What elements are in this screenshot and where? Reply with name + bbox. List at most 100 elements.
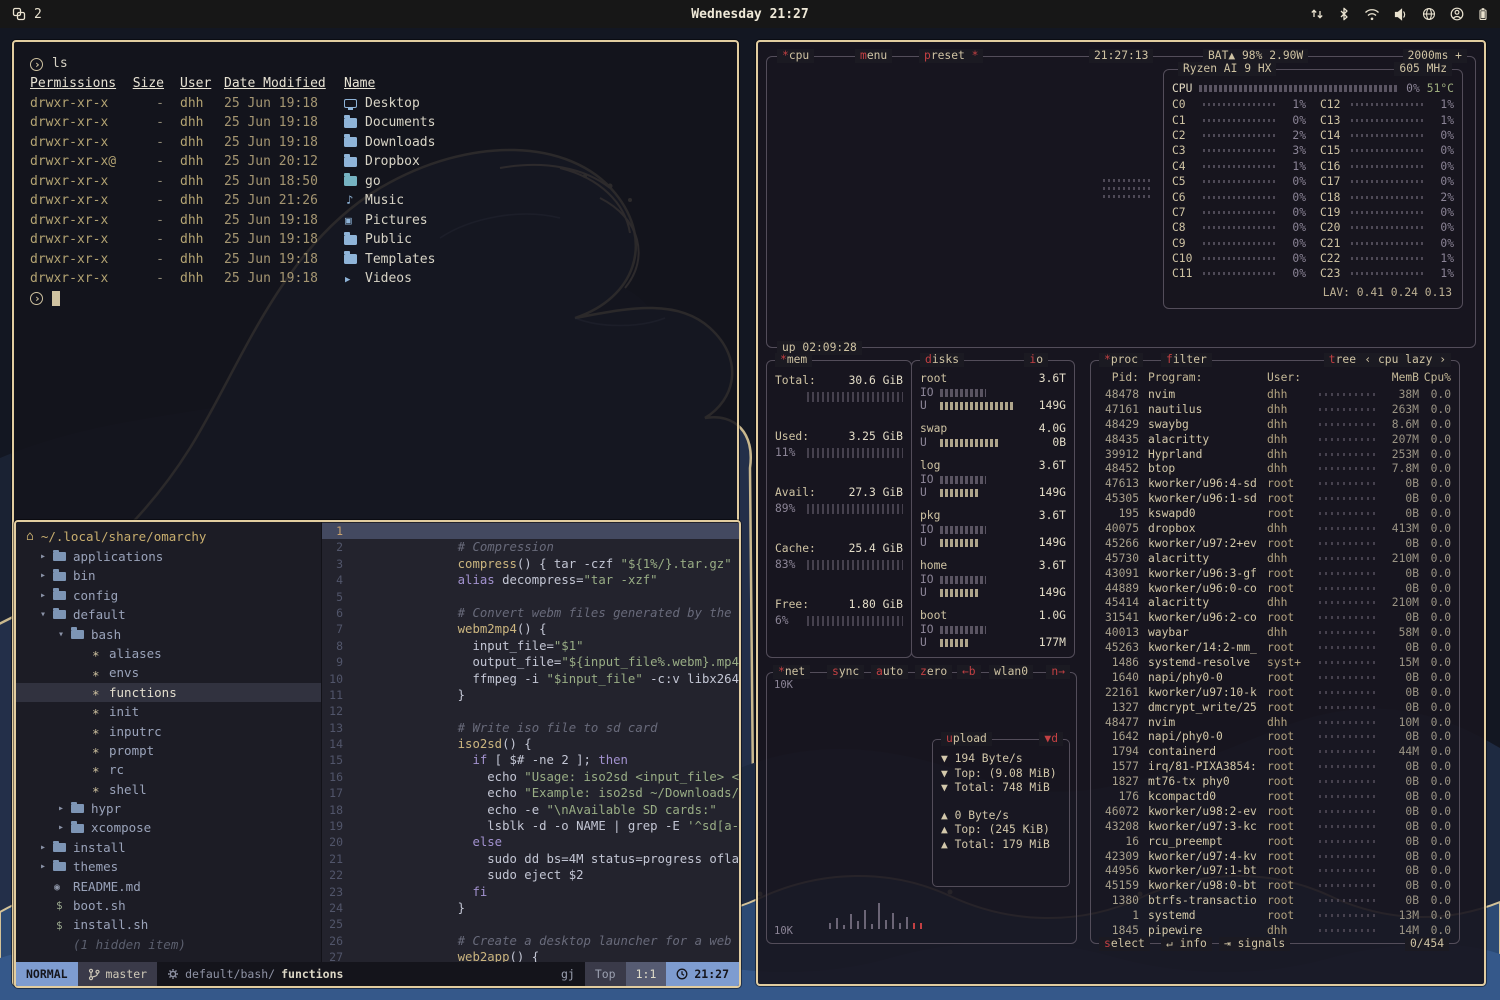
proc-signals-button[interactable]: ⇥ signals [1219,937,1290,951]
tree-item[interactable]: README.md [16,877,321,896]
workspaces-icon[interactable] [12,7,26,21]
process-row[interactable]: 1794 containerd root 44M 0.0 [1099,744,1451,759]
proc-filter-button[interactable]: filter [1161,353,1212,367]
net-next-iface-key[interactable]: n→ [1046,665,1070,679]
git-branch-segment[interactable]: master [78,962,158,986]
disks-panel-title[interactable]: disks [920,353,964,367]
tree-item[interactable]: xcompose [16,818,321,837]
tree-item[interactable]: functions [16,683,321,702]
process-row[interactable]: 46072 kworker/u98:2-ev root 0B 0.0 [1099,804,1451,819]
process-row[interactable]: 1486 systemd-resolve syst+ 15M 0.0 [1099,655,1451,670]
process-row[interactable]: 43091 kworker/u96:3-gf root 0B 0.0 [1099,566,1451,581]
net-panel-title[interactable]: *net [773,665,810,679]
network-globe-icon[interactable] [1422,7,1436,21]
process-row[interactable]: 16 rcu_preempt root 0B 0.0 [1099,834,1451,849]
code-editor-panel[interactable]: 1 # Compression 2 compress() { tar -czf … [322,522,739,962]
tree-item[interactable]: (1 hidden item) [16,935,321,954]
process-row[interactable]: 48452 btop dhh 7.8M 0.0 [1099,461,1451,476]
proc-panel-title[interactable]: *proc [1099,353,1143,367]
proc-tree-toggle[interactable]: tree [1324,353,1361,367]
process-row[interactable]: 176 kcompactd0 root 0B 0.0 [1099,789,1451,804]
net-stats-title[interactable]: upload [941,732,992,746]
process-row[interactable]: 22161 kworker/u97:10-k root 0B 0.0 [1099,685,1451,700]
mem-panel-title[interactable]: *mem [775,353,812,367]
process-row[interactable]: 45414 alacritty dhh 210M 0.0 [1099,595,1451,610]
process-row[interactable]: 195 kswapd0 root 0B 0.0 [1099,506,1451,521]
proc-select-button[interactable]: select [1099,937,1150,951]
process-row[interactable]: 45159 kworker/u98:0-bt root 0B 0.0 [1099,878,1451,893]
net-zero-toggle[interactable]: zero [915,665,952,679]
process-row[interactable]: 48477 nvim dhh 10M 0.0 [1099,715,1451,730]
process-row[interactable]: 44889 kworker/u96:0-co root 0B 0.0 [1099,581,1451,596]
process-row[interactable]: 48435 alacritty dhh 207M 0.0 [1099,432,1451,447]
process-row[interactable]: 44956 kworker/u97:1-bt root 0B 0.0 [1099,864,1451,879]
tree-item[interactable]: inputrc [16,722,321,741]
process-row[interactable]: 1380 btrfs-transactio root 0B 0.0 [1099,893,1451,908]
editor-window[interactable]: ⌂ ~/.local/share/omarchy applications [14,520,741,988]
tree-item[interactable]: prompt [16,741,321,760]
cpu-panel-title[interactable]: *cpu [777,49,814,63]
process-row[interactable]: 47161 nautilus dhh 263M 0.0 [1099,402,1451,417]
tree-item[interactable]: envs [16,663,321,682]
file-tree-panel[interactable]: ⌂ ~/.local/share/omarchy applications [16,522,322,962]
btop-menu-button[interactable]: menu [855,49,892,63]
tree-item[interactable]: config [16,586,321,605]
process-row[interactable]: 1642 napi/phy0-0 root 0B 0.0 [1099,729,1451,744]
process-row[interactable]: 45266 kworker/u97:2+ev root 0B 0.0 [1099,536,1451,551]
net-auto-toggle[interactable]: auto [871,665,908,679]
net-stats-toggle[interactable]: ▼d [1039,732,1063,746]
terminal-output[interactable]: ls Permissions Size User Date Modified N… [14,42,737,321]
tree-item[interactable]: bin [16,566,321,585]
tree-item[interactable]: aliases [16,644,321,663]
tree-item[interactable]: install [16,838,321,857]
wifi-icon[interactable] [1364,8,1380,21]
process-row[interactable]: 45730 alacritty dhh 210M 0.0 [1099,551,1451,566]
process-row[interactable]: 1640 napi/phy0-0 root 0B 0.0 [1099,670,1451,685]
process-row[interactable]: 47613 kworker/u96:4-sd root 0B 0.0 [1099,476,1451,491]
tree-item[interactable]: boot.sh [16,896,321,915]
user: dhh [164,269,210,289]
process-row[interactable]: 42309 kworker/u97:4-kv root 0B 0.0 [1099,849,1451,864]
update-interval[interactable]: 2000ms + [1403,49,1467,63]
tree-item[interactable]: rc [16,760,321,779]
process-row[interactable]: 48429 swaybg dhh 8.6M 0.0 [1099,417,1451,432]
tree-item[interactable]: init [16,702,321,721]
process-row[interactable]: 1845 pipewire dhh 14M 0.0 [1099,923,1451,938]
process-row[interactable]: 40075 dropbox dhh 413M 0.0 [1099,521,1451,536]
tree-item[interactable]: bash [16,625,321,644]
process-row[interactable]: 31541 kworker/u96:2-co root 0B 0.0 [1099,610,1451,625]
net-prev-iface-key[interactable]: ←b [957,665,981,679]
process-row[interactable]: 43208 kworker/u97:3-kc root 0B 0.0 [1099,819,1451,834]
process-row[interactable]: 1327 dmcrypt_write/25 root 0B 0.0 [1099,700,1451,715]
disk-used-meter [940,539,978,547]
process-row[interactable]: 40013 waybar dhh 58M 0.0 [1099,625,1451,640]
process-row[interactable]: 1827 mt76-tx phy0 root 0B 0.0 [1099,774,1451,789]
battery-icon[interactable] [1478,7,1488,21]
workspace-indicator[interactable]: 2 [34,7,42,22]
clock[interactable]: Wednesday 21:27 [0,7,1500,22]
tree-item[interactable]: applications [16,547,321,566]
tree-item[interactable]: install.sh [16,915,321,934]
process-row[interactable]: 48478 nvim dhh 38M 0.0 [1099,387,1451,402]
screen-share-icon[interactable] [1310,7,1324,21]
volume-icon[interactable] [1394,8,1408,21]
net-sync-toggle[interactable]: sync [827,665,864,679]
process-row[interactable]: 1577 irq/81-PIXA3854: root 0B 0.0 [1099,759,1451,774]
tree-item[interactable]: themes [16,857,321,876]
code-line[interactable]: 27 if [ "$#" -ne 3 ]; then [322,949,739,962]
btop-preset-button[interactable]: preset * [919,49,983,63]
proc-info-button[interactable]: ↵ info [1161,937,1212,951]
tree-item[interactable]: hypr [16,799,321,818]
tree-item[interactable]: default [16,605,321,624]
process-row[interactable]: 39912 Hyprland dhh 253M 0.0 [1099,447,1451,462]
disks-io-toggle[interactable]: io [1024,353,1048,367]
prompt-line-empty[interactable] [30,289,721,309]
tree-item[interactable]: shell [16,780,321,799]
user-account-icon[interactable] [1450,7,1464,21]
process-row[interactable]: 45263 kworker/14:2-mm_ root 0B 0.0 [1099,640,1451,655]
proc-sort-selector[interactable]: ‹ cpu lazy › [1359,353,1451,367]
btop-window[interactable]: *cpu menu preset * 21:27:13 BAT▲ 98% 2.9… [756,40,1486,986]
bluetooth-icon[interactable] [1338,7,1350,21]
process-row[interactable]: 45305 kworker/u96:1-sd root 0B 0.0 [1099,491,1451,506]
process-row[interactable]: 1 systemd root 13M 0.0 [1099,908,1451,923]
